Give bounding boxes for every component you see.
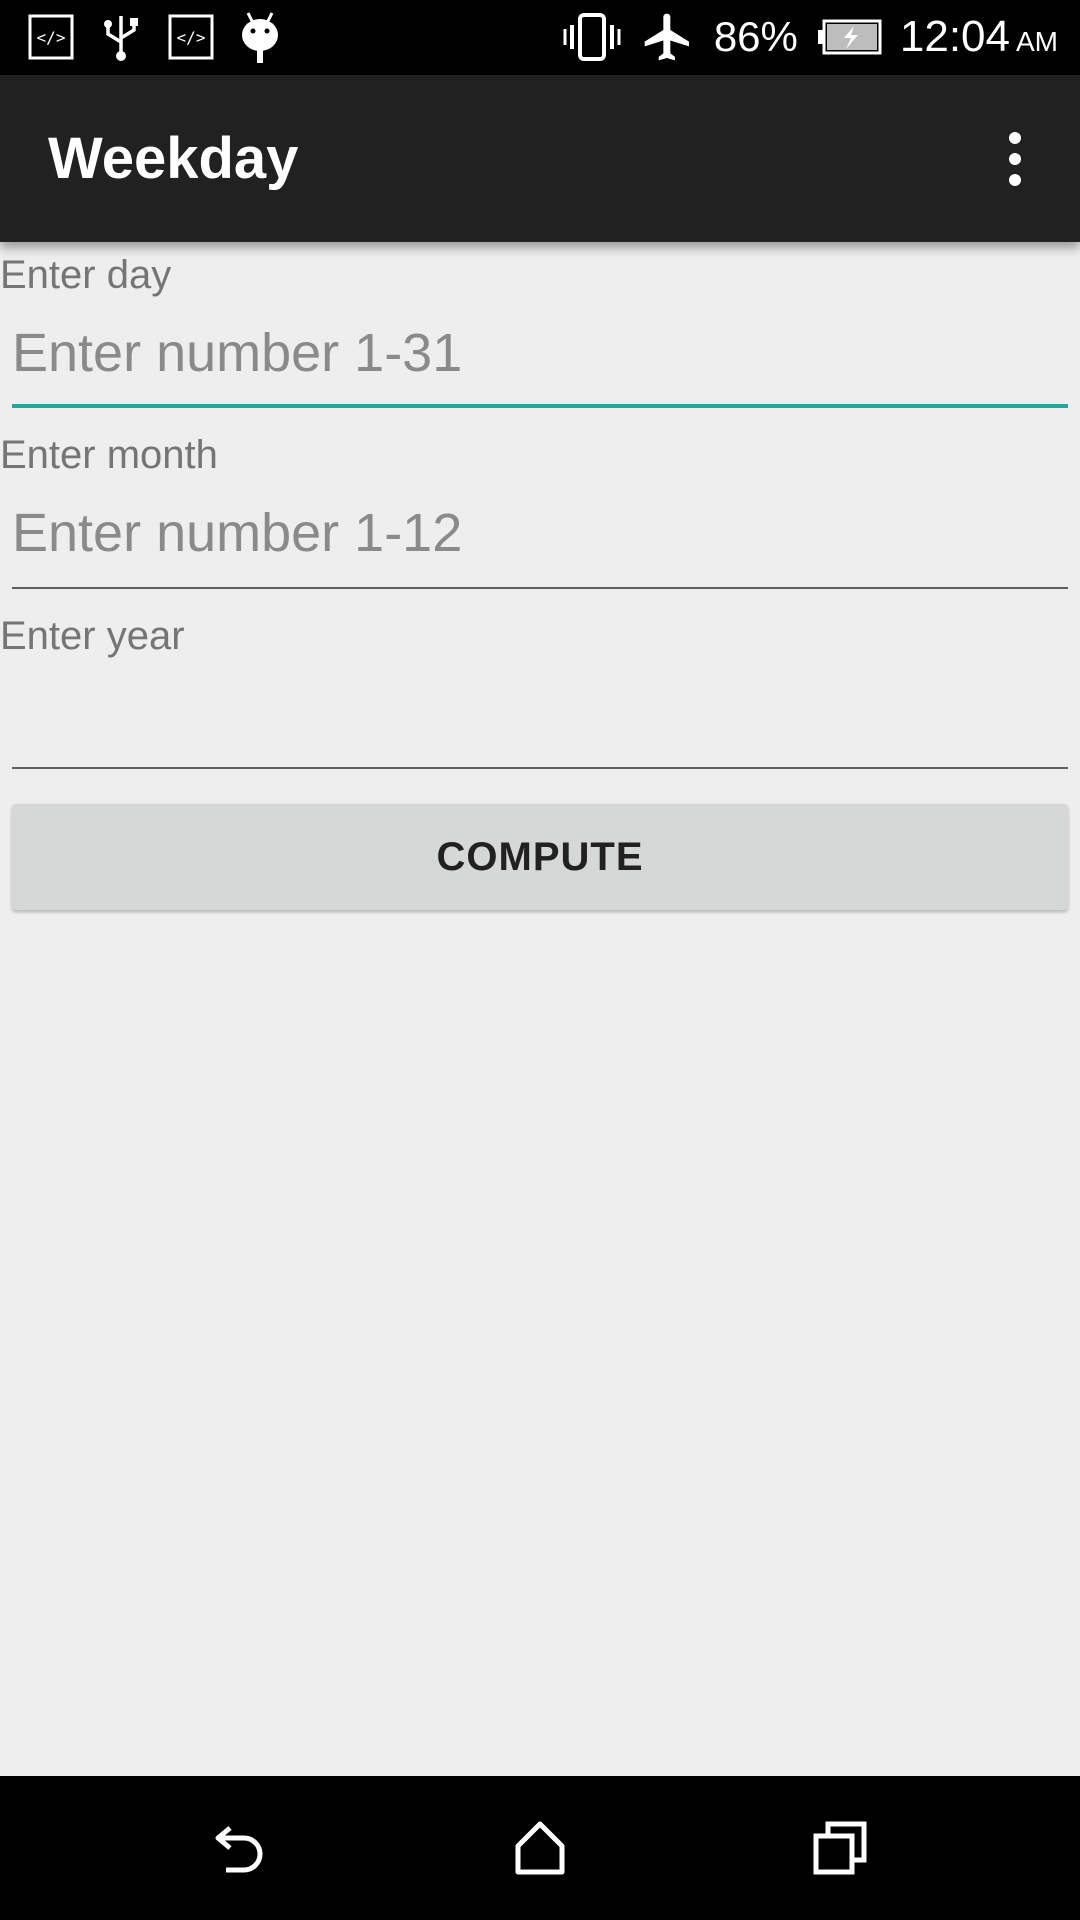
android-debug-icon xyxy=(238,9,282,65)
overflow-dot xyxy=(1009,132,1021,144)
year-input[interactable] xyxy=(12,680,1068,750)
back-icon[interactable] xyxy=(200,1808,280,1888)
usb-icon xyxy=(98,12,144,62)
month-input[interactable] xyxy=(12,498,1068,568)
year-label: Enter year xyxy=(0,614,185,658)
clock-ampm: AM xyxy=(1016,26,1058,57)
month-input-underline xyxy=(12,587,1068,589)
app-title: Weekday xyxy=(48,126,299,191)
day-input-underline xyxy=(12,404,1068,408)
vibrate-icon xyxy=(562,11,622,63)
overflow-dot xyxy=(1009,174,1021,186)
day-input[interactable] xyxy=(12,318,1068,388)
navigation-bar xyxy=(0,1776,1080,1920)
year-input-underline xyxy=(12,767,1068,769)
battery-charging-icon xyxy=(816,18,882,56)
home-icon[interactable] xyxy=(500,1808,580,1888)
more-vert-icon[interactable] xyxy=(980,119,1050,199)
month-label: Enter month xyxy=(0,433,218,477)
day-label: Enter day xyxy=(0,253,172,297)
clock-time: 12:04 xyxy=(899,12,1010,61)
code-icon: </> xyxy=(168,14,214,60)
airplane-mode-icon xyxy=(640,9,696,65)
app-bar: Weekday xyxy=(0,75,1080,242)
notification-icons: </> </> xyxy=(28,9,282,65)
code-icon: </> xyxy=(28,14,74,60)
system-icons: 86% 12:04 AM xyxy=(562,12,1058,62)
svg-text:</>: </> xyxy=(37,28,66,47)
recents-icon[interactable] xyxy=(800,1808,880,1888)
clock: 12:04 AM xyxy=(900,15,1058,59)
status-bar: </> </> 86% 12:04 AM xyxy=(0,0,1080,75)
svg-text:</>: </> xyxy=(177,28,206,47)
battery-percent: 86% xyxy=(713,13,798,60)
compute-button[interactable]: COMPUTE xyxy=(12,804,1068,910)
overflow-dot xyxy=(1009,153,1021,165)
